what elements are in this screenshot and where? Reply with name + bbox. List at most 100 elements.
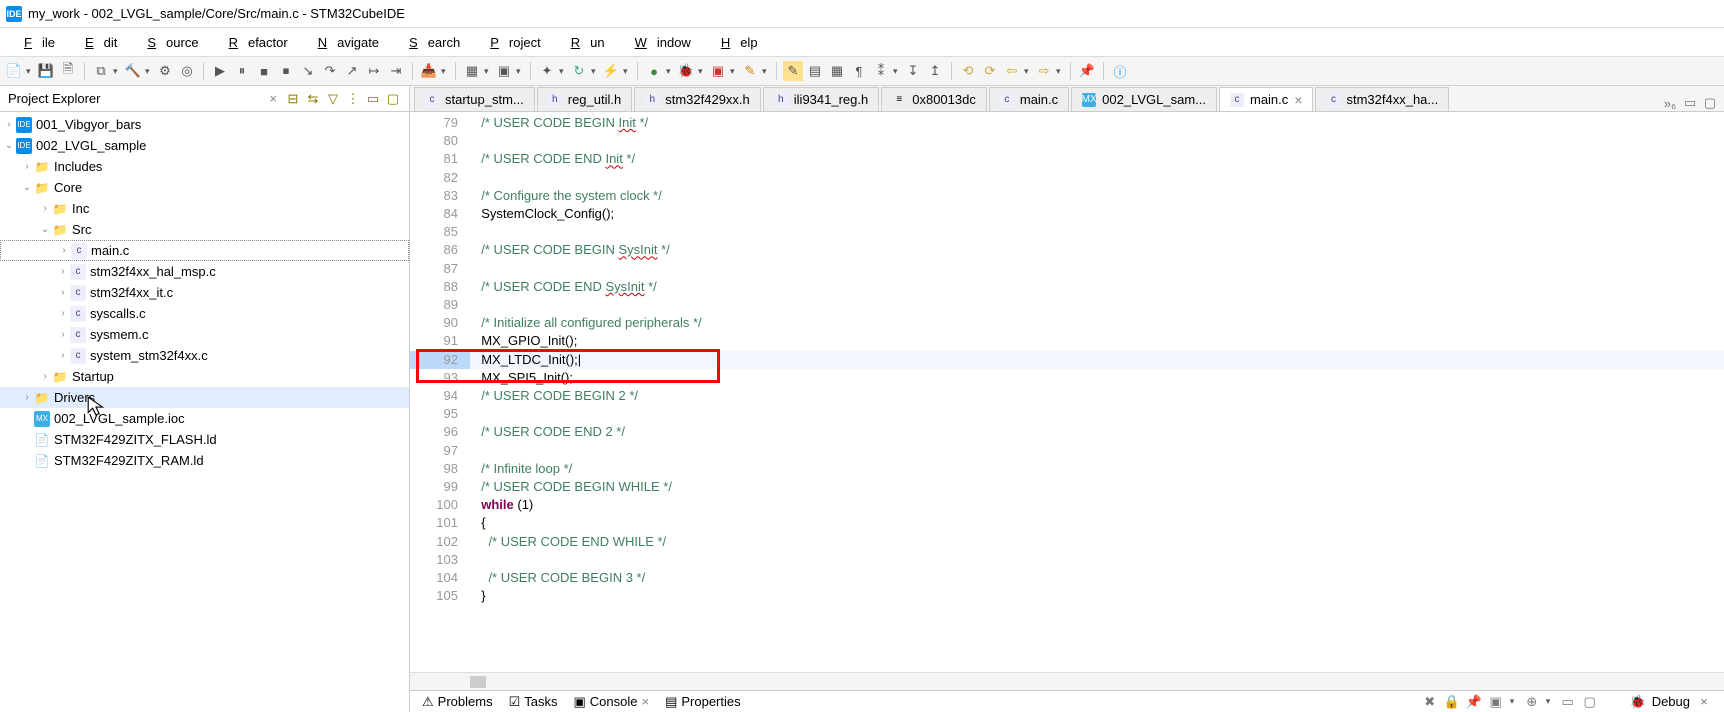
menu-project[interactable]: Project: [470, 31, 550, 54]
code-line[interactable]: 84 SystemClock_Config();: [410, 205, 1724, 223]
pilcrow-icon[interactable]: ¶: [849, 61, 869, 81]
code-line[interactable]: 94 /* USER CODE BEGIN 2 */: [410, 387, 1724, 405]
tree-item-startup[interactable]: ›📁Startup: [0, 366, 409, 387]
console-scroll-lock-icon[interactable]: 🔒: [1444, 694, 1460, 710]
dropdown-icon[interactable]: ▾: [1510, 696, 1518, 707]
tree-item-src[interactable]: ⌄📁Src: [0, 219, 409, 240]
editor-tab[interactable]: hreg_util.h: [537, 87, 632, 111]
editor-tab[interactable]: hili9341_reg.h: [763, 87, 879, 111]
close-icon[interactable]: ×: [1696, 694, 1712, 710]
dropdown-icon[interactable]: ▾: [516, 66, 524, 77]
expand-icon[interactable]: ›: [20, 392, 34, 403]
menu-search[interactable]: Search: [389, 31, 470, 54]
dropdown-icon[interactable]: ▾: [26, 66, 34, 77]
menu-navigate[interactable]: Navigate: [298, 31, 389, 54]
code-line[interactable]: 91 MX_GPIO_Init();: [410, 332, 1724, 350]
tree-item-syscalls-c[interactable]: ›csyscalls.c: [0, 303, 409, 324]
expand-icon[interactable]: ⌄: [2, 140, 16, 151]
tree-item-stm32f4xx-hal-msp-c[interactable]: ›cstm32f4xx_hal_msp.c: [0, 261, 409, 282]
nav-back-icon[interactable]: ⇦: [1002, 61, 1022, 81]
debug-stop-icon[interactable]: ■: [254, 61, 274, 81]
expand-icon[interactable]: ›: [38, 371, 52, 382]
maximize-icon[interactable]: ▢: [1702, 95, 1718, 111]
console-pin-icon[interactable]: 📌: [1466, 694, 1482, 710]
expand-icon[interactable]: ›: [38, 203, 52, 214]
tab-tasks[interactable]: ☑Tasks: [501, 694, 566, 710]
dropdown-icon[interactable]: ▾: [698, 66, 706, 77]
tree-item-002-lvgl-sample[interactable]: ⌄IDE002_LVGL_sample: [0, 135, 409, 156]
bookmark-icon[interactable]: ⁑: [871, 61, 891, 81]
editor-tab[interactable]: cstartup_stm...: [414, 87, 535, 111]
close-icon[interactable]: ×: [641, 694, 649, 709]
editor-tab[interactable]: MX002_LVGL_sam...: [1071, 87, 1217, 111]
menu-refactor[interactable]: Refactor: [209, 31, 298, 54]
target-icon[interactable]: ◎: [177, 61, 197, 81]
code-line[interactable]: 104 /* USER CODE BEGIN 3 */: [410, 569, 1724, 587]
chip-icon[interactable]: ▦: [462, 61, 482, 81]
code-line[interactable]: 101 {: [410, 514, 1724, 532]
launch-icon[interactable]: 📥: [419, 61, 439, 81]
highlight-icon[interactable]: ✎: [783, 61, 803, 81]
dropdown-icon[interactable]: ▾: [1546, 696, 1554, 707]
expand-icon[interactable]: ›: [56, 329, 70, 340]
code-line[interactable]: 97: [410, 442, 1724, 460]
forward-icon[interactable]: ⟳: [980, 61, 1000, 81]
tab-problems[interactable]: ⚠Problems: [414, 694, 501, 710]
dropdown-icon[interactable]: ▾: [762, 66, 770, 77]
view-menu-icon[interactable]: ⋮: [345, 91, 361, 107]
back-icon[interactable]: ⟲: [958, 61, 978, 81]
code-line[interactable]: 85: [410, 223, 1724, 241]
block-select-icon[interactable]: ▤: [805, 61, 825, 81]
code-line[interactable]: 92 MX_LTDC_Init();: [410, 351, 1724, 369]
ext-tools-icon[interactable]: ▣: [708, 61, 728, 81]
tree-item-main-c[interactable]: ›cmain.c: [0, 240, 409, 261]
editor-tab[interactable]: cmain.c×: [1219, 87, 1313, 111]
tree-item-sysmem-c[interactable]: ›csysmem.c: [0, 324, 409, 345]
code-line[interactable]: 81 /* USER CODE END Init */: [410, 150, 1724, 168]
info-icon[interactable]: ⓘ: [1110, 61, 1130, 81]
code-editor[interactable]: 79 /* USER CODE BEGIN Init */8081 /* USE…: [410, 112, 1724, 672]
maximize-icon[interactable]: ▢: [385, 91, 401, 107]
expand-icon[interactable]: ›: [57, 245, 71, 256]
dropdown-icon[interactable]: ▾: [623, 66, 631, 77]
tree-item-001-vibgyor-bars[interactable]: ›IDE001_Vibgyor_bars: [0, 114, 409, 135]
tree-item-stm32f4xx-it-c[interactable]: ›cstm32f4xx_it.c: [0, 282, 409, 303]
editor-tab[interactable]: hstm32f429xx.h: [634, 87, 761, 111]
code-line[interactable]: 100 while (1): [410, 496, 1724, 514]
board-icon[interactable]: ▣: [494, 61, 514, 81]
save-icon[interactable]: 💾: [36, 61, 56, 81]
tree-item-core[interactable]: ⌄📁Core: [0, 177, 409, 198]
minimize-icon[interactable]: ▭: [1560, 694, 1576, 710]
debug-label[interactable]: Debug: [1652, 694, 1690, 709]
code-line[interactable]: 90 /* Initialize all configured peripher…: [410, 314, 1724, 332]
minimize-icon[interactable]: ▭: [1682, 95, 1698, 111]
expand-icon[interactable]: ›: [56, 350, 70, 361]
code-line[interactable]: 105 }: [410, 587, 1724, 605]
debug-resume-icon[interactable]: ▶: [210, 61, 230, 81]
refresh-icon[interactable]: ↻: [569, 61, 589, 81]
code-line[interactable]: 96 /* USER CODE END 2 */: [410, 423, 1724, 441]
dropdown-icon[interactable]: ▾: [113, 66, 121, 77]
terminal-icon[interactable]: ⧉: [91, 61, 111, 81]
show-list-icon[interactable]: »₆: [1662, 95, 1678, 111]
dropdown-icon[interactable]: ▾: [1024, 66, 1032, 77]
expand-icon[interactable]: ⌄: [38, 224, 52, 235]
filter-icon[interactable]: ▽: [325, 91, 341, 107]
expand-icon[interactable]: ›: [56, 266, 70, 277]
dropdown-icon[interactable]: ▾: [666, 66, 674, 77]
editor-tab[interactable]: cstm32f4xx_ha...: [1315, 87, 1449, 111]
tree-item-includes[interactable]: ›📁Includes: [0, 156, 409, 177]
dropdown-icon[interactable]: ▾: [441, 66, 449, 77]
tree-item-inc[interactable]: ›📁Inc: [0, 198, 409, 219]
menu-window[interactable]: Window: [615, 31, 701, 54]
dropdown-icon[interactable]: ▾: [730, 66, 738, 77]
tree-item-drivers[interactable]: ›📁Drivers: [0, 387, 409, 408]
code-line[interactable]: 89: [410, 296, 1724, 314]
close-view-icon[interactable]: ×: [269, 91, 277, 106]
editor-tab[interactable]: ≡0x80013dc: [881, 87, 987, 111]
menu-run[interactable]: Run: [551, 31, 615, 54]
dropdown-icon[interactable]: ▾: [484, 66, 492, 77]
code-line[interactable]: 99 /* USER CODE BEGIN WHILE */: [410, 478, 1724, 496]
tree-item-system-stm32f4xx-c[interactable]: ›csystem_stm32f4xx.c: [0, 345, 409, 366]
code-line[interactable]: 79 /* USER CODE BEGIN Init */: [410, 114, 1724, 132]
